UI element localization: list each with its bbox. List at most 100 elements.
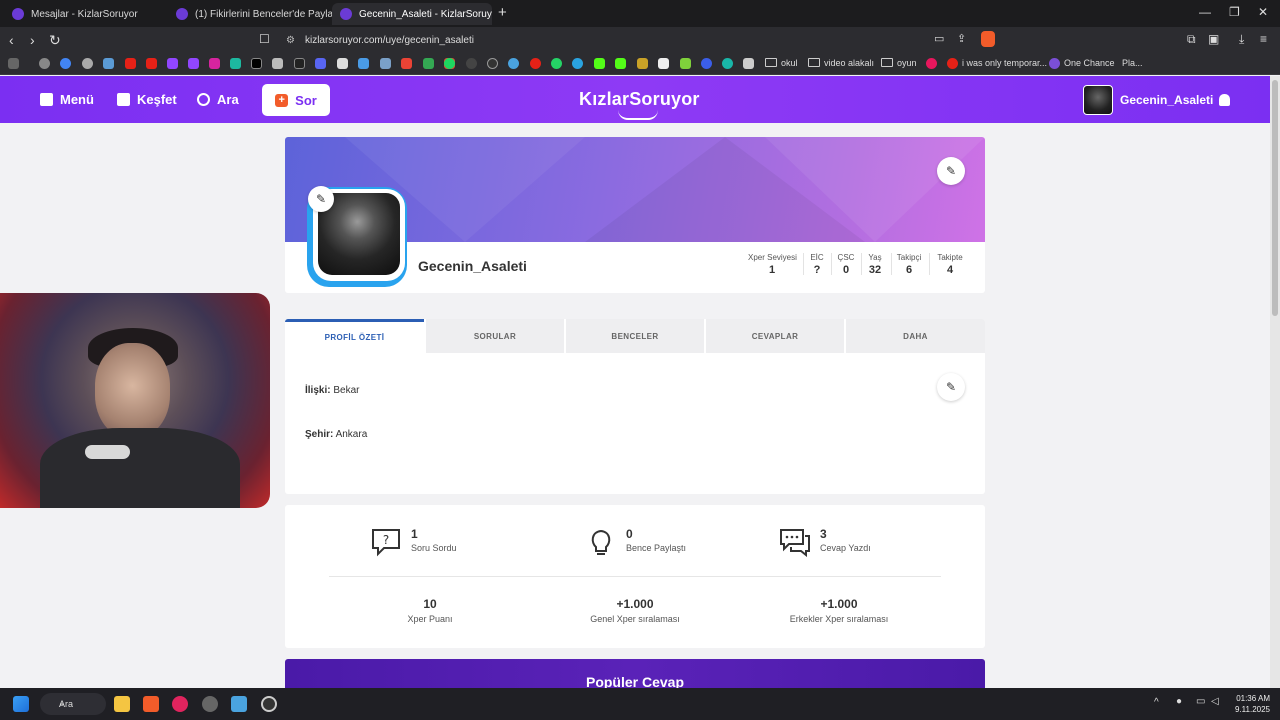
page-scrollbar[interactable]: [1270, 76, 1280, 688]
kick-icon[interactable]: [615, 58, 626, 69]
google-icon[interactable]: [60, 58, 71, 69]
edit-cover-icon[interactable]: ✎: [937, 157, 965, 185]
bookmark-site-icon[interactable]: [926, 58, 937, 69]
edit-avatar-icon[interactable]: ✎: [308, 186, 334, 212]
bookmark-site-icon[interactable]: [530, 58, 541, 69]
extensions-icon[interactable]: ⧉: [1187, 32, 1196, 47]
bookmark-site-icon[interactable]: [637, 58, 648, 69]
twitch-icon[interactable]: [167, 58, 178, 69]
reload-icon[interactable]: ↻: [49, 32, 61, 49]
app-icon[interactable]: [202, 696, 218, 712]
telegram-icon[interactable]: [572, 58, 583, 69]
bookmark-folder-video[interactable]: video alakalı: [824, 58, 874, 68]
spotify-icon[interactable]: [444, 58, 455, 69]
bookmark-site-icon[interactable]: [103, 58, 114, 69]
stat-benceler-shared[interactable]: 0 Bence Paylaştı: [585, 527, 686, 557]
stat-following[interactable]: Takipte 4: [935, 253, 965, 276]
windows-start-icon[interactable]: [13, 696, 29, 712]
twitch-icon[interactable]: [188, 58, 199, 69]
browser-tab-profile[interactable]: Gecenin_Asaleti - KizlarSoruyor ✕: [332, 3, 492, 25]
bookmark-video[interactable]: i was only temporar...: [962, 58, 1047, 68]
edit-summary-icon[interactable]: ✎: [937, 373, 965, 401]
chevron-up-icon[interactable]: ^: [1154, 697, 1159, 708]
browser-tab-benceler[interactable]: (1) Fikirlerini Benceler'de Paylaş - Kız…: [168, 3, 332, 25]
menu-icon[interactable]: ≡: [1260, 32, 1267, 46]
microphone-icon[interactable]: ●: [1176, 696, 1182, 707]
tab-profile-summary[interactable]: PROFİL ÖZETİ: [285, 319, 424, 353]
brave-shield-icon[interactable]: [981, 31, 995, 47]
stat-followers[interactable]: Takipçi 6: [896, 253, 922, 276]
download-icon[interactable]: ⤓: [1239, 32, 1244, 47]
bookmark-one-chance[interactable]: One Chance: [1064, 58, 1115, 68]
bookmark-folder-oyun[interactable]: oyun: [897, 58, 917, 68]
scrollbar-thumb[interactable]: [1272, 80, 1278, 316]
kick-icon[interactable]: [594, 58, 605, 69]
forward-icon[interactable]: ›: [30, 32, 35, 48]
site-info-icon[interactable]: ⚙: [286, 35, 295, 46]
youtube-icon[interactable]: [947, 58, 958, 69]
stat-answers-written[interactable]: 3 Cevap Yazdı: [779, 527, 871, 557]
tab-more[interactable]: DAHA: [846, 319, 985, 353]
file-explorer-icon[interactable]: [114, 696, 130, 712]
bookmark-site-icon[interactable]: [466, 58, 477, 69]
header-username[interactable]: Gecenin_Asaleti: [1120, 93, 1213, 107]
tab-questions[interactable]: SORULAR: [426, 319, 564, 353]
obs-icon[interactable]: [261, 696, 277, 712]
history-icon[interactable]: [39, 58, 50, 69]
brave-browser-icon[interactable]: [143, 696, 159, 712]
tiktok-icon[interactable]: [294, 58, 305, 69]
volume-icon[interactable]: ◁: [1211, 696, 1219, 707]
x-twitter-icon[interactable]: [251, 58, 262, 69]
bookmark-icon[interactable]: ☐: [259, 32, 270, 46]
new-tab-icon[interactable]: +: [498, 4, 507, 21]
site-logo[interactable]: KızlarSoruyor: [579, 89, 700, 110]
wallet-icon[interactable]: ▣: [1208, 32, 1219, 46]
bookmark-site-icon[interactable]: [1049, 58, 1060, 69]
avatar[interactable]: [1083, 85, 1113, 115]
bookmark-site-icon[interactable]: [743, 58, 754, 69]
network-icon[interactable]: ▭: [1196, 696, 1205, 707]
close-window-icon[interactable]: ✕: [1258, 5, 1268, 19]
photos-icon[interactable]: [231, 696, 247, 712]
stat-questions-asked[interactable]: ? 1 Soru Sordu: [370, 527, 457, 557]
back-icon[interactable]: ‹: [9, 32, 14, 48]
bookmark-site-icon[interactable]: [230, 58, 241, 69]
bookmark-site-icon[interactable]: [272, 58, 283, 69]
bookmark-site-icon[interactable]: [508, 58, 519, 69]
folder-icon[interactable]: [765, 58, 777, 67]
bookmark-site-icon[interactable]: [722, 58, 733, 69]
search-button[interactable]: Ara: [197, 92, 239, 107]
explore-button[interactable]: Keşfet: [117, 92, 177, 107]
bookmark-site-icon[interactable]: [337, 58, 348, 69]
bookmark-site-icon[interactable]: [380, 58, 391, 69]
github-icon[interactable]: [487, 58, 498, 69]
maximize-icon[interactable]: ❐: [1229, 5, 1240, 19]
chatgpt-icon[interactable]: [82, 58, 93, 69]
youtube-icon[interactable]: [125, 58, 136, 69]
gmail-icon[interactable]: [401, 58, 412, 69]
media-player-icon[interactable]: [172, 696, 188, 712]
menu-button[interactable]: Menü: [40, 92, 94, 107]
bookmark-site-icon[interactable]: [358, 58, 369, 69]
bookmark-site-icon[interactable]: [658, 58, 669, 69]
share-icon[interactable]: ⇪: [957, 32, 966, 45]
browser-tab-messages[interactable]: Mesajlar - KizlarSoruyor: [4, 3, 168, 25]
bookmark-site-icon[interactable]: [701, 58, 712, 69]
bookmark-site-icon[interactable]: [680, 58, 691, 69]
ask-button[interactable]: + Sor: [262, 84, 330, 116]
instagram-icon[interactable]: [209, 58, 220, 69]
apps-icon[interactable]: [8, 58, 19, 69]
minimize-icon[interactable]: —: [1199, 5, 1211, 19]
drive-icon[interactable]: [423, 58, 434, 69]
cast-icon[interactable]: ▭: [934, 32, 944, 45]
discord-icon[interactable]: [315, 58, 326, 69]
taskbar-search[interactable]: Ara: [40, 693, 106, 715]
folder-icon[interactable]: [808, 58, 820, 67]
tab-answers[interactable]: CEVAPLAR: [706, 319, 844, 353]
bell-icon[interactable]: [1219, 94, 1230, 106]
youtube-icon[interactable]: [146, 58, 157, 69]
bookmark-folder-okul[interactable]: okul: [781, 58, 798, 68]
url-field[interactable]: ⚙ kizlarsoruyor.com/uye/gecenin_asaleti: [278, 30, 998, 50]
bookmark-more[interactable]: Pla...: [1122, 58, 1143, 68]
tab-benceler[interactable]: BENCELER: [566, 319, 704, 353]
